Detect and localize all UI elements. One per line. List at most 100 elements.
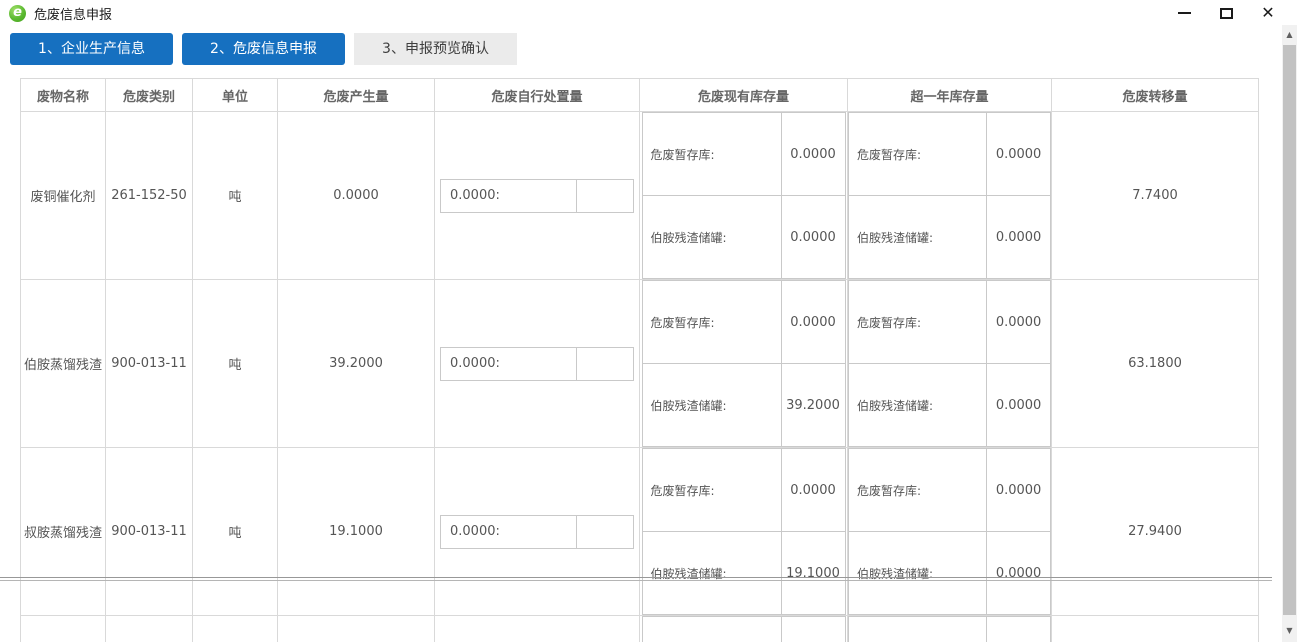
self-disposal-extra-box[interactable] — [577, 515, 634, 549]
scroll-down-icon[interactable]: ▼ — [1282, 623, 1297, 638]
tank-storage-label: 伯胺残渣储罐: — [849, 196, 987, 279]
waste-category: 900-013-11 — [111, 524, 187, 539]
waste-category-cell: 900-037-46 — [106, 616, 193, 642]
app-browser-icon: e — [9, 5, 26, 22]
wizard-tabs: 1、企业生产信息 2、危废信息申报 3、申报预览确认 — [10, 33, 517, 65]
unit: 吨 — [228, 358, 241, 373]
waste-category-cell: 261-152-50 — [106, 112, 193, 280]
horizontal-divider — [0, 577, 1272, 581]
over-year-temp-storage-value: 0.0000 — [987, 281, 1051, 364]
temp-storage-label: 危废暂存库: — [642, 449, 781, 532]
maximize-icon — [1220, 8, 1233, 19]
scroll-up-icon[interactable]: ▲ — [1282, 27, 1297, 42]
col-self-disposal-amount: 危废自行处置量 — [435, 79, 640, 112]
waste-category: 261-152-50 — [111, 188, 187, 203]
current-tank-storage-value: 19.1000 — [781, 532, 845, 615]
unit: 吨 — [228, 526, 241, 541]
current-inventory-subtable: 危废暂存库: 0.0000 伯胺残渣储罐: 19.1000 — [642, 448, 846, 615]
declaration-table: 废物名称 危废类别 单位 危废产生量 危废自行处置量 危废现有库存量 超一年库存… — [20, 78, 1259, 642]
current-temp-storage-value: 0.0000 — [781, 113, 845, 196]
tab-declaration-preview-confirm[interactable]: 3、申报预览确认 — [354, 33, 517, 65]
temp-storage-label: 危废暂存库: — [849, 617, 987, 642]
scrollbar-thumb[interactable] — [1283, 45, 1296, 615]
tank-storage-label: 伯胺残渣储罐: — [642, 532, 781, 615]
current-inventory-subtable: 危废暂存库: 0.0000 伯胺残渣储罐: 0.0000 — [642, 112, 846, 279]
current-inventory-subtable: 危废暂存库: 0.0000 伯胺残渣储罐: 0.0000 — [642, 616, 846, 642]
waste-name: 伯胺蒸馏残渣 — [24, 358, 102, 373]
vertical-scrollbar[interactable]: ▲ ▼ — [1282, 25, 1297, 642]
current-tank-storage-value: 39.2000 — [781, 364, 845, 447]
current-inventory-cell: 危废暂存库: 0.0000 伯胺残渣储罐: 0.0000 — [640, 112, 848, 280]
self-disposal-input[interactable]: 0.0000: — [440, 179, 577, 213]
over-year-tank-storage-value: 0.0000 — [987, 532, 1051, 615]
app-window: e 危废信息申报 ✕ 1、企业生产信息 2、危废信息申报 3、申报预览确认 废物… — [0, 0, 1297, 642]
transfer-amount-cell: 0.0000 — [1052, 616, 1259, 642]
col-current-inventory: 危废现有库存量 — [640, 79, 848, 112]
unit-cell: 吨 — [193, 448, 278, 616]
minimize-icon — [1178, 12, 1191, 14]
tank-storage-label: 伯胺残渣储罐: — [849, 364, 987, 447]
current-temp-storage-value: 0.0000 — [781, 617, 845, 642]
over-year-temp-storage-value: 0.0000 — [987, 449, 1051, 532]
waste-category-cell: 900-013-11 — [106, 280, 193, 448]
unit: 吨 — [228, 190, 241, 205]
table-body: 废铜催化剂 261-152-50 吨 0.0000 0.0000: 危废暂存库:… — [21, 112, 1259, 642]
col-transfer-amount: 危废转移量 — [1052, 79, 1259, 112]
close-icon: ✕ — [1261, 5, 1274, 21]
current-inventory-cell: 危废暂存库: 0.0000 伯胺残渣储罐: 39.2000 — [640, 280, 848, 448]
over-year-temp-storage-value: 0.0000 — [987, 113, 1051, 196]
waste-name-cell: 废铜催化剂 — [21, 112, 106, 280]
tab-enterprise-production-info[interactable]: 1、企业生产信息 — [10, 33, 173, 65]
over-year-inventory-cell: 危废暂存库: 0.0000 伯胺残渣储罐: 0.0000 — [848, 448, 1052, 616]
maximize-button[interactable] — [1205, 2, 1247, 24]
tank-storage-label: 伯胺残渣储罐: — [642, 364, 781, 447]
over-year-inventory-cell: 危废暂存库: 0.0000 伯胺残渣储罐: 0.0000 — [848, 616, 1052, 642]
over-year-tank-storage-value: 0.0000 — [987, 364, 1051, 447]
produced-amount: 0.0000 — [333, 188, 379, 203]
temp-storage-label: 危废暂存库: — [642, 281, 781, 364]
self-disposal-input[interactable]: 0.0000: — [440, 347, 577, 381]
over-year-inventory-cell: 危废暂存库: 0.0000 伯胺残渣储罐: 0.0000 — [848, 112, 1052, 280]
transfer-amount: 27.9400 — [1128, 524, 1182, 539]
window-title: 危废信息申报 — [34, 4, 112, 23]
produced-amount-cell: 19.1000 — [278, 448, 435, 616]
over-year-inventory-cell: 危废暂存库: 0.0000 伯胺残渣储罐: 0.0000 — [848, 280, 1052, 448]
self-disposal-cell: 0.0000: — [435, 280, 640, 448]
table-row: 废铜催化剂 261-152-50 吨 0.0000 0.0000: 危废暂存库:… — [21, 112, 1259, 280]
unit-cell: 吨 — [193, 112, 278, 280]
waste-category: 900-013-11 — [111, 356, 187, 371]
current-tank-storage-value: 0.0000 — [781, 196, 845, 279]
temp-storage-label: 危废暂存库: — [849, 449, 987, 532]
temp-storage-label: 危废暂存库: — [849, 113, 987, 196]
tab-hazardous-waste-declaration[interactable]: 2、危废信息申报 — [182, 33, 345, 65]
current-inventory-subtable: 危废暂存库: 0.0000 伯胺残渣储罐: 39.2000 — [642, 280, 846, 447]
produced-amount: 19.1000 — [329, 524, 383, 539]
table-row: 伯胺蒸馏残渣 900-013-11 吨 39.2000 0.0000: 危废暂存… — [21, 280, 1259, 448]
declaration-table-wrap: 废物名称 危废类别 单位 危废产生量 危废自行处置量 危废现有库存量 超一年库存… — [20, 78, 1259, 642]
close-button[interactable]: ✕ — [1247, 2, 1289, 24]
unit-cell: 吨 — [193, 616, 278, 642]
produced-amount-cell: 0.0000 — [278, 112, 435, 280]
transfer-amount: 7.7400 — [1132, 188, 1178, 203]
temp-storage-label: 危废暂存库: — [642, 113, 781, 196]
transfer-amount-cell: 7.7400 — [1052, 112, 1259, 280]
self-disposal-cell: 0.0000: — [435, 616, 640, 642]
temp-storage-label: 危废暂存库: — [642, 617, 781, 642]
minimize-button[interactable] — [1163, 2, 1205, 24]
current-inventory-cell: 危废暂存库: 0.0000 伯胺残渣储罐: 0.0000 — [640, 616, 848, 642]
over-year-temp-storage-value: 0.0000 — [987, 617, 1051, 642]
col-produced-amount: 危废产生量 — [278, 79, 435, 112]
waste-category-cell: 900-013-11 — [106, 448, 193, 616]
self-disposal-extra-box[interactable] — [577, 347, 634, 381]
col-over-year-inventory: 超一年库存量 — [848, 79, 1052, 112]
waste-name-cell: 伯胺蒸馏残渣 — [21, 280, 106, 448]
current-temp-storage-value: 0.0000 — [781, 281, 845, 364]
over-year-inventory-subtable: 危废暂存库: 0.0000 伯胺残渣储罐: 0.0000 — [848, 616, 1051, 642]
temp-storage-label: 危废暂存库: — [849, 281, 987, 364]
waste-name: 废铜催化剂 — [30, 190, 95, 205]
table-row: 叔胺蒸馏残渣 900-013-11 吨 19.1000 0.0000: 危废暂存… — [21, 448, 1259, 616]
self-disposal-input[interactable]: 0.0000: — [440, 515, 577, 549]
table-row: 废镍催化剂 900-037-46 吨 0.0000 0.0000: 危废暂存库:… — [21, 616, 1259, 642]
self-disposal-extra-box[interactable] — [577, 179, 634, 213]
col-waste-category: 危废类别 — [106, 79, 193, 112]
